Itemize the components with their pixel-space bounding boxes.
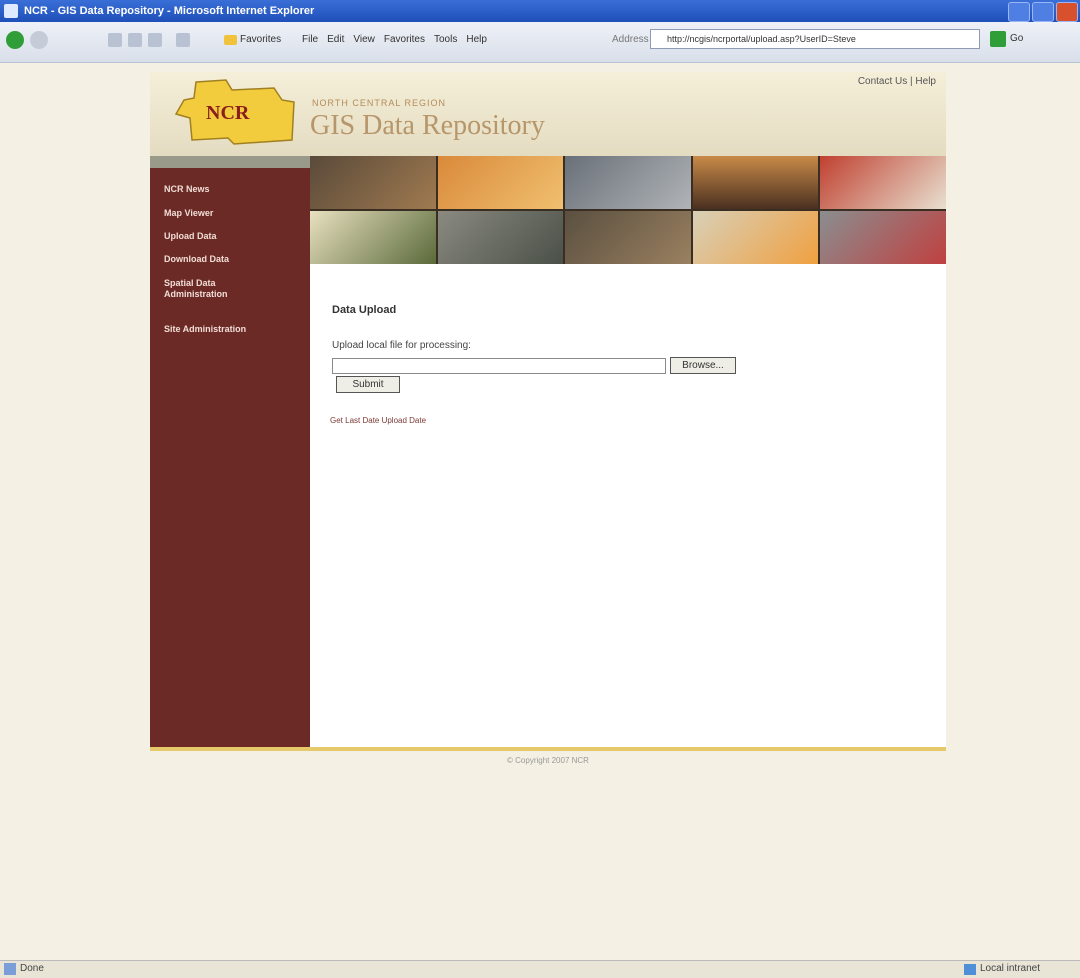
address-label: Address	[612, 34, 649, 45]
window-titlebar: NCR - GIS Data Repository - Microsoft In…	[0, 0, 1080, 22]
sidebar-item-spatial-data-admin[interactable]: Spatial Data Administration	[150, 278, 288, 300]
copyright: © Copyright 2007 NCR	[507, 756, 589, 765]
banner-collage	[310, 156, 946, 264]
page-heading: Data Upload	[332, 304, 397, 316]
window-title: NCR - GIS Data Repository - Microsoft In…	[24, 5, 315, 17]
last-upload-date-link[interactable]: Get Last Date Upload Date	[330, 416, 426, 425]
site-subtitle: NORTH CENTRAL REGION	[312, 98, 447, 108]
main-content: Data Upload Upload local file for proces…	[310, 264, 946, 747]
page: NCR NORTH CENTRAL REGION GIS Data Reposi…	[150, 72, 946, 765]
stop-icon[interactable]	[108, 33, 122, 47]
security-zone: Local intranet	[963, 963, 1040, 975]
address-bar[interactable]: http://ncgis/ncrportal/upload.asp?UserID…	[650, 29, 980, 49]
firefighters-photo	[310, 156, 436, 209]
file-path-input[interactable]	[332, 358, 666, 374]
menu-favorites[interactable]: Favorites	[384, 33, 425, 47]
status-text: Done	[20, 963, 44, 974]
ambulance-photo	[310, 211, 436, 264]
menu-tools[interactable]: Tools	[434, 33, 457, 47]
sidebar: NCR News Map Viewer Upload Data Download…	[150, 156, 310, 747]
debris-photo	[565, 156, 691, 209]
footer-accent-bar	[150, 747, 946, 751]
go-button[interactable]: Go	[990, 29, 1023, 49]
browser-toolbar: Favorites File Edit View Favorites Tools…	[0, 22, 1080, 63]
collapsed-bridge-photo	[820, 211, 946, 264]
sidebar-item-download-data[interactable]: Download Data	[150, 254, 243, 265]
rail-photo	[565, 211, 691, 264]
menu-help[interactable]: Help	[466, 33, 487, 47]
sidebar-item-ncr-news[interactable]: NCR News	[150, 184, 224, 195]
sidebar-item-upload-data[interactable]: Upload Data	[150, 231, 231, 242]
forward-icon[interactable]	[30, 31, 48, 49]
logo-text: NCR	[206, 102, 250, 124]
sidebar-item-site-admin[interactable]: Site Administration	[150, 324, 260, 335]
menu-file[interactable]: File	[302, 33, 318, 47]
submit-button[interactable]: Submit	[336, 376, 400, 393]
site-title: GIS Data Repository	[310, 110, 545, 141]
helicopter-photo	[692, 156, 819, 209]
explosion-photo	[437, 156, 564, 209]
maximize-button[interactable]	[1032, 2, 1054, 22]
close-button[interactable]	[1056, 2, 1078, 22]
ie-icon	[4, 4, 18, 18]
minimize-button[interactable]	[1008, 2, 1030, 22]
browse-button[interactable]: Browse...	[670, 357, 736, 374]
rubble-photo	[437, 211, 564, 264]
favorites-button[interactable]: Favorites	[224, 33, 281, 47]
menu-edit[interactable]: Edit	[327, 33, 344, 47]
menu-view[interactable]: View	[353, 33, 375, 47]
fire-photo	[692, 211, 819, 264]
sidebar-top-band	[150, 156, 310, 168]
history-icon[interactable]	[176, 33, 190, 47]
refresh-icon[interactable]	[128, 33, 142, 47]
home-icon[interactable]	[148, 33, 162, 47]
sidebar-item-map-viewer[interactable]: Map Viewer	[150, 208, 227, 219]
menu-bar: File Edit View Favorites Tools Help	[302, 33, 487, 47]
status-bar: Done Local intranet	[0, 960, 1080, 978]
page-status-icon	[4, 963, 16, 975]
window-controls	[1008, 2, 1078, 22]
back-icon[interactable]	[6, 31, 24, 49]
upload-label: Upload local file for processing:	[332, 340, 471, 351]
site-header: NCR NORTH CENTRAL REGION GIS Data Reposi…	[150, 72, 946, 156]
contact-help-links[interactable]: Contact Us | Help	[858, 76, 936, 87]
firetruck-photo	[820, 156, 946, 209]
